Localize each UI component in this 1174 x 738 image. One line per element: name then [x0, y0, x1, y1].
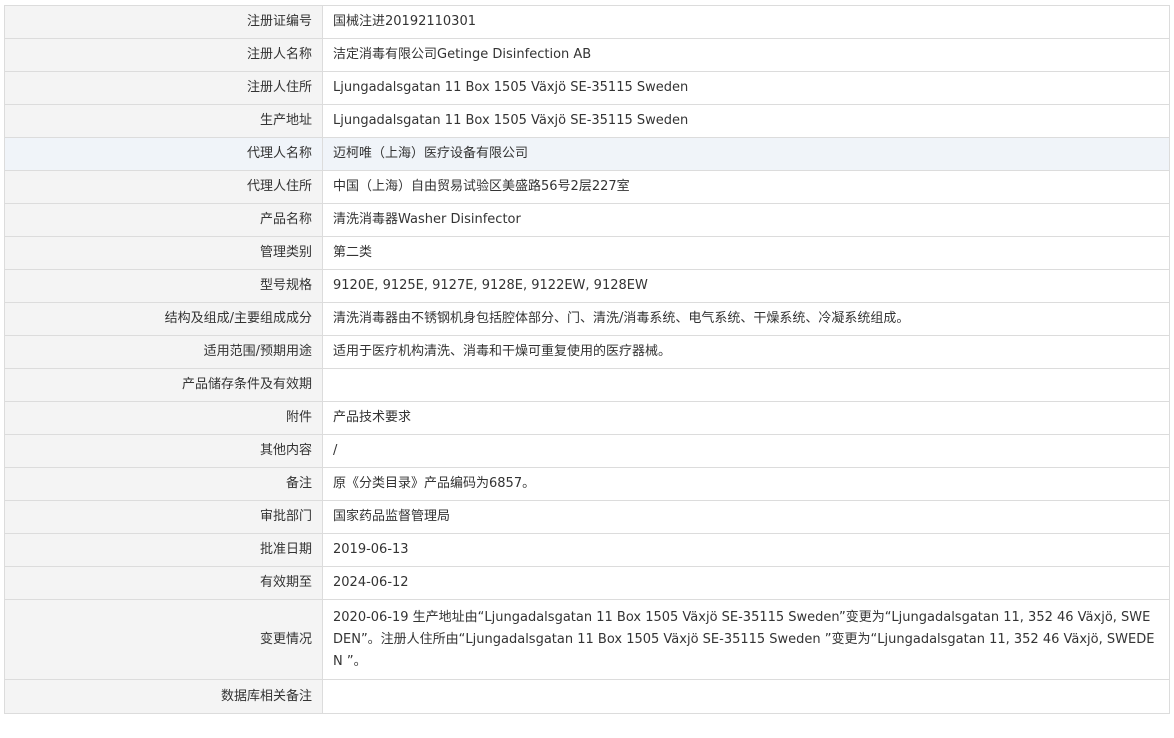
row-label: 有效期至: [4, 566, 323, 600]
row-label: 注册人住所: [4, 71, 323, 105]
row-value: 国家药品监督管理局: [322, 500, 1170, 534]
row-label: 产品名称: [4, 203, 323, 237]
table-row: 有效期至 2024-06-12: [4, 566, 1170, 600]
row-label: 数据库相关备注: [4, 679, 323, 714]
row-label: 型号规格: [4, 269, 323, 303]
row-value: /: [322, 434, 1170, 468]
table-row: 型号规格 9120E, 9125E, 9127E, 9128E, 9122EW, …: [4, 269, 1170, 303]
row-label: 适用范围/预期用途: [4, 335, 323, 369]
row-label: 注册人名称: [4, 38, 323, 72]
row-value: 洁定消毒有限公司Getinge Disinfection AB: [322, 38, 1170, 72]
row-value: [322, 368, 1170, 402]
row-value: 中国（上海）自由贸易试验区美盛路56号2层227室: [322, 170, 1170, 204]
row-label: 备注: [4, 467, 323, 501]
row-value: 产品技术要求: [322, 401, 1170, 435]
row-label: 产品储存条件及有效期: [4, 368, 323, 402]
row-value: [322, 679, 1170, 714]
table-row: 数据库相关备注: [4, 679, 1170, 714]
row-value: 第二类: [322, 236, 1170, 270]
table-row: 变更情况 2020-06-19 生产地址由“Ljungadalsgatan 11 …: [4, 599, 1170, 680]
table-row: 管理类别 第二类: [4, 236, 1170, 270]
table-row: 批准日期 2019-06-13: [4, 533, 1170, 567]
table-row: 结构及组成/主要组成成分 清洗消毒器由不锈钢机身包括腔体部分、门、清洗/消毒系统、…: [4, 302, 1170, 336]
table-row: 注册人名称 洁定消毒有限公司Getinge Disinfection AB: [4, 38, 1170, 72]
row-value: 2024-06-12: [322, 566, 1170, 600]
table-row: 产品名称 清洗消毒器Washer Disinfector: [4, 203, 1170, 237]
row-value: 清洗消毒器Washer Disinfector: [322, 203, 1170, 237]
row-label: 其他内容: [4, 434, 323, 468]
row-value: Ljungadalsgatan 11 Box 1505 Växjö SE-351…: [322, 71, 1170, 105]
row-value: 9120E, 9125E, 9127E, 9128E, 9122EW, 9128…: [322, 269, 1170, 303]
row-label: 代理人名称: [4, 137, 323, 171]
row-label: 附件: [4, 401, 323, 435]
registration-detail-table: 注册证编号 国械注进20192110301 注册人名称 洁定消毒有限公司Geting…: [4, 5, 1170, 714]
table-row: 代理人住所 中国（上海）自由贸易试验区美盛路56号2层227室: [4, 170, 1170, 204]
row-label: 代理人住所: [4, 170, 323, 204]
table-row: 代理人名称 迈柯唯（上海）医疗设备有限公司: [4, 137, 1170, 171]
table-row: 注册人住所 Ljungadalsgatan 11 Box 1505 Växjö S…: [4, 71, 1170, 105]
row-label: 变更情况: [4, 599, 323, 680]
table-row: 注册证编号 国械注进20192110301: [4, 5, 1170, 39]
row-label: 注册证编号: [4, 5, 323, 39]
row-value: 适用于医疗机构清洗、消毒和干燥可重复使用的医疗器械。: [322, 335, 1170, 369]
table-row: 审批部门 国家药品监督管理局: [4, 500, 1170, 534]
table-row: 产品储存条件及有效期: [4, 368, 1170, 402]
row-label: 生产地址: [4, 104, 323, 138]
table-row: 适用范围/预期用途 适用于医疗机构清洗、消毒和干燥可重复使用的医疗器械。: [4, 335, 1170, 369]
row-label: 结构及组成/主要组成成分: [4, 302, 323, 336]
row-value: 2020-06-19 生产地址由“Ljungadalsgatan 11 Box …: [322, 599, 1170, 680]
table-row: 附件 产品技术要求: [4, 401, 1170, 435]
row-value: 原《分类目录》产品编码为6857。: [322, 467, 1170, 501]
row-value: 2019-06-13: [322, 533, 1170, 567]
table-row: 备注 原《分类目录》产品编码为6857。: [4, 467, 1170, 501]
row-label: 管理类别: [4, 236, 323, 270]
table-row: 其他内容 /: [4, 434, 1170, 468]
row-value: Ljungadalsgatan 11 Box 1505 Växjö SE-351…: [322, 104, 1170, 138]
row-value: 国械注进20192110301: [322, 5, 1170, 39]
row-value: 迈柯唯（上海）医疗设备有限公司: [322, 137, 1170, 171]
row-value: 清洗消毒器由不锈钢机身包括腔体部分、门、清洗/消毒系统、电气系统、干燥系统、冷凝…: [322, 302, 1170, 336]
row-label: 批准日期: [4, 533, 323, 567]
table-row: 生产地址 Ljungadalsgatan 11 Box 1505 Växjö SE…: [4, 104, 1170, 138]
row-label: 审批部门: [4, 500, 323, 534]
